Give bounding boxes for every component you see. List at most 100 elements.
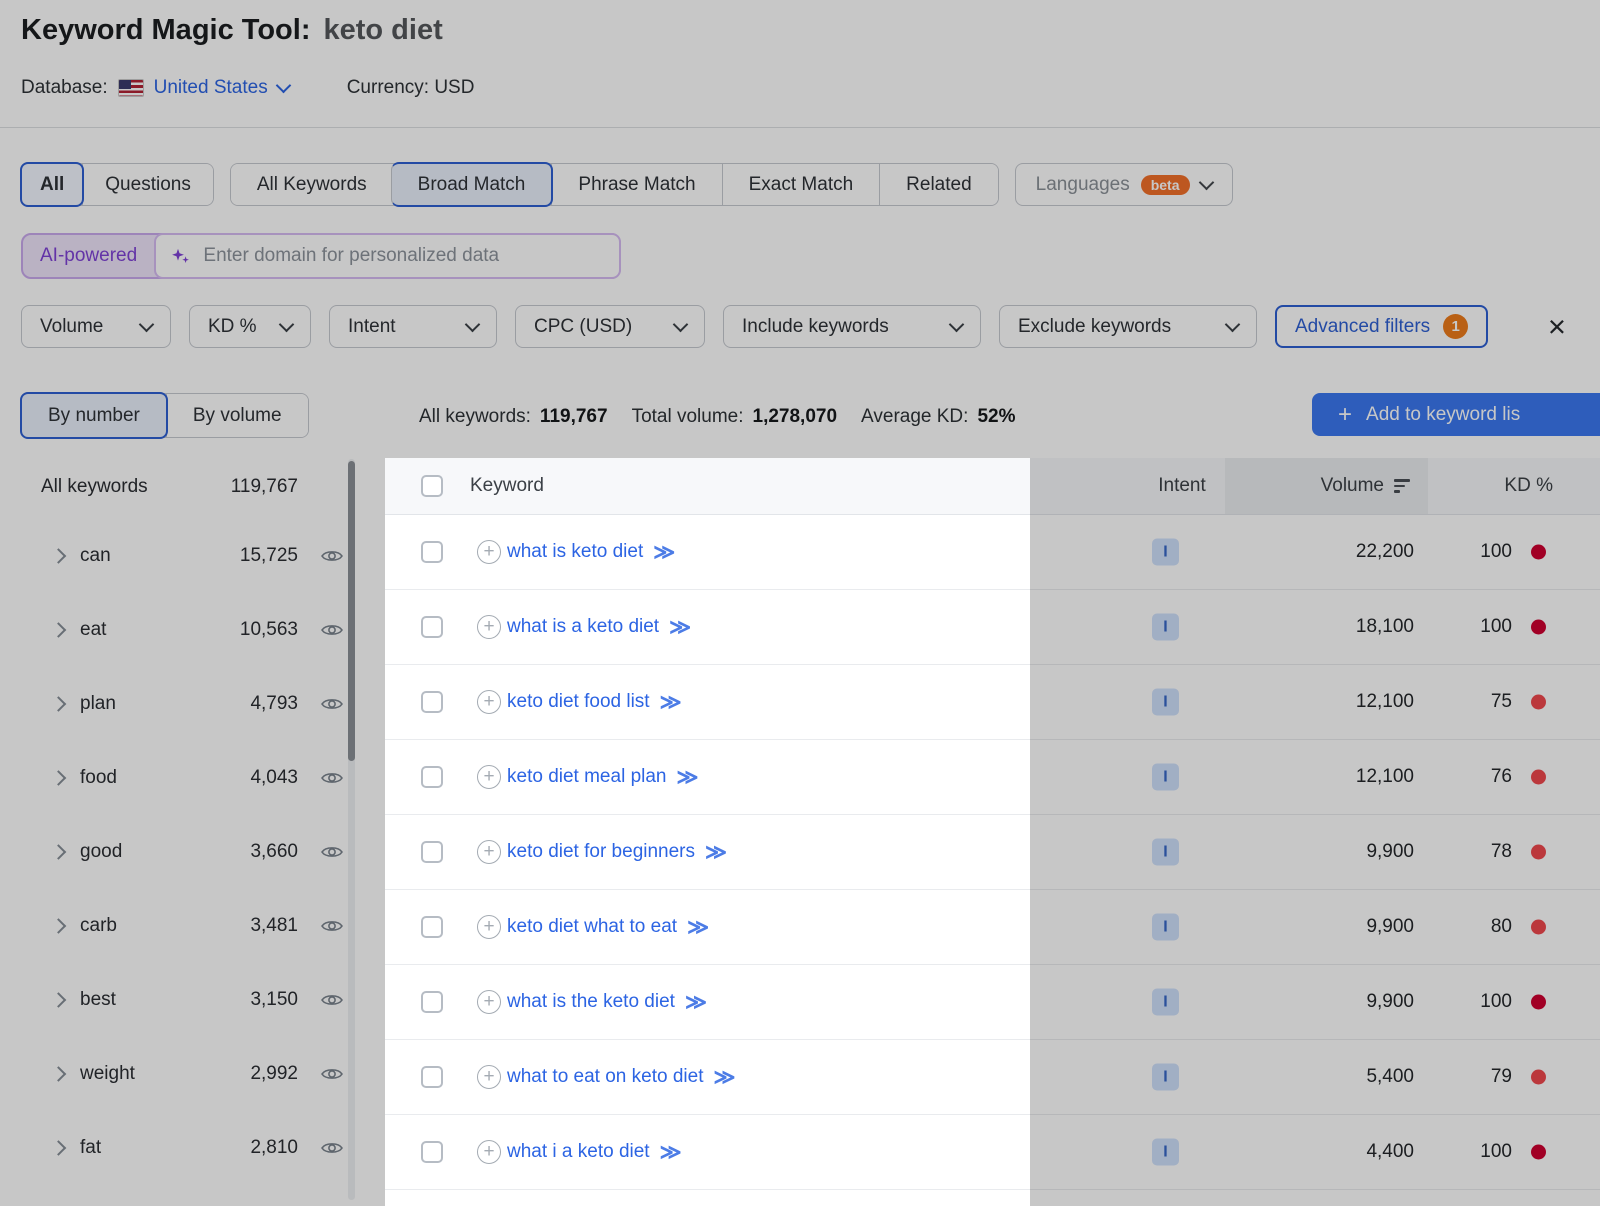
add-keyword-icon[interactable]: + — [477, 840, 501, 864]
add-keyword-icon[interactable]: + — [477, 1140, 501, 1164]
stat-label: Total volume: — [632, 406, 744, 428]
keyword-link[interactable]: what i a keto diet — [507, 1141, 650, 1163]
clear-filters-icon[interactable]: × — [1548, 311, 1566, 342]
group-term[interactable]: carb — [80, 915, 117, 937]
filter-dropdown[interactable]: Include keywords — [723, 305, 981, 348]
tab[interactable]: All Keywords — [231, 164, 393, 205]
header-kd[interactable]: KD % — [1504, 475, 1553, 497]
eye-icon[interactable] — [321, 845, 343, 860]
row-checkbox[interactable] — [421, 991, 443, 1013]
open-keyword-icon[interactable]: ≫ — [660, 1142, 681, 1163]
sidebar-scrollbar-thumb[interactable] — [348, 461, 355, 761]
group-term[interactable]: fat — [80, 1137, 101, 1159]
expand-group-icon[interactable] — [51, 844, 67, 860]
filter-label: Volume — [40, 316, 103, 338]
row-checkbox[interactable] — [421, 841, 443, 863]
expand-group-icon[interactable] — [51, 1066, 67, 1082]
sort-descending-icon — [1394, 479, 1410, 493]
add-keyword-icon[interactable]: + — [477, 990, 501, 1014]
add-keyword-icon[interactable]: + — [477, 690, 501, 714]
filter-dropdown[interactable]: CPC (USD) — [515, 305, 705, 348]
sidebar-all-keywords-row[interactable]: All keywords 119,767 — [21, 455, 357, 519]
filter-bar-dropdowns: Volume KD % Intent CPC (USD) Include key… — [21, 305, 1257, 348]
tabs-row: All Questions All Keywords Broad Match P… — [21, 163, 1233, 206]
group-term[interactable]: food — [80, 767, 117, 789]
group-term[interactable]: good — [80, 841, 122, 863]
database-selector[interactable]: United States — [154, 77, 289, 99]
row-checkbox[interactable] — [421, 616, 443, 638]
eye-icon[interactable] — [321, 623, 343, 638]
group-term[interactable]: can — [80, 545, 111, 567]
tab[interactable]: Questions — [82, 164, 213, 205]
open-keyword-icon[interactable]: ≫ — [653, 542, 674, 563]
eye-icon[interactable] — [321, 697, 343, 712]
row-checkbox[interactable] — [421, 766, 443, 788]
open-keyword-icon[interactable]: ≫ — [713, 1067, 734, 1088]
tab[interactable]: By number — [20, 392, 168, 439]
keyword-link[interactable]: keto diet meal plan — [507, 766, 667, 788]
add-keyword-icon[interactable]: + — [477, 915, 501, 939]
eye-icon[interactable] — [321, 771, 343, 786]
add-keyword-icon[interactable]: + — [477, 615, 501, 639]
group-term[interactable]: eat — [80, 619, 106, 641]
eye-icon[interactable] — [321, 1067, 343, 1082]
eye-icon[interactable] — [321, 1141, 343, 1156]
domain-input[interactable] — [201, 244, 605, 268]
keyword-link[interactable]: what is a keto diet — [507, 616, 659, 638]
advanced-filters-button[interactable]: Advanced filters 1 — [1275, 305, 1488, 348]
expand-group-icon[interactable] — [51, 918, 67, 934]
filter-dropdown[interactable]: Exclude keywords — [999, 305, 1257, 348]
add-keyword-icon[interactable]: + — [477, 765, 501, 789]
row-checkbox[interactable] — [421, 1066, 443, 1088]
row-checkbox[interactable] — [421, 1141, 443, 1163]
open-keyword-icon[interactable]: ≫ — [669, 617, 690, 638]
tab[interactable]: Broad Match — [391, 162, 554, 207]
filter-dropdown[interactable]: KD % — [189, 305, 311, 348]
header-volume[interactable]: Volume — [1321, 475, 1410, 497]
row-checkbox[interactable] — [421, 916, 443, 938]
intent-badge: I — [1152, 1064, 1179, 1091]
group-term[interactable]: best — [80, 989, 116, 1011]
add-keyword-icon[interactable]: + — [477, 540, 501, 564]
keyword-link[interactable]: keto diet food list — [507, 691, 650, 713]
keyword-link[interactable]: keto diet what to eat — [507, 916, 677, 938]
keyword-link[interactable]: what is the keto diet — [507, 991, 675, 1013]
row-checkbox[interactable] — [421, 691, 443, 713]
expand-group-icon[interactable] — [51, 770, 67, 786]
add-keyword-icon[interactable]: + — [477, 1065, 501, 1089]
eye-icon[interactable] — [321, 993, 343, 1008]
keyword-link[interactable]: what is keto diet — [507, 541, 643, 563]
chevron-down-icon — [279, 316, 295, 332]
filter-dropdown[interactable]: Volume — [21, 305, 171, 348]
open-keyword-icon[interactable]: ≫ — [705, 842, 726, 863]
languages-dropdown[interactable]: Languages beta — [1015, 163, 1233, 206]
add-to-keyword-list-button[interactable]: + Add to keyword lis — [1312, 393, 1600, 436]
eye-icon[interactable] — [321, 919, 343, 934]
expand-group-icon[interactable] — [51, 696, 67, 712]
expand-group-icon[interactable] — [51, 1140, 67, 1156]
open-keyword-icon[interactable]: ≫ — [660, 692, 681, 713]
chevron-down-icon — [673, 316, 689, 332]
group-term[interactable]: weight — [80, 1063, 135, 1085]
filter-dropdown[interactable]: Intent — [329, 305, 497, 348]
tab[interactable]: Phrase Match — [551, 164, 721, 205]
tab[interactable]: Related — [879, 164, 998, 205]
expand-group-icon[interactable] — [51, 548, 67, 564]
keyword-link[interactable]: what to eat on keto diet — [507, 1066, 703, 1088]
tab[interactable]: All — [20, 162, 84, 207]
tab[interactable]: Exact Match — [722, 164, 880, 205]
keyword-link[interactable]: keto diet for beginners — [507, 841, 695, 863]
group-count: 4,793 — [250, 693, 298, 715]
tab[interactable]: By volume — [166, 394, 308, 437]
open-keyword-icon[interactable]: ≫ — [677, 767, 698, 788]
select-all-checkbox[interactable] — [421, 475, 443, 497]
open-keyword-icon[interactable]: ≫ — [687, 917, 708, 938]
expand-group-icon[interactable] — [51, 622, 67, 638]
open-keyword-icon[interactable]: ≫ — [685, 992, 706, 1013]
eye-icon[interactable] — [321, 549, 343, 564]
group-term[interactable]: plan — [80, 693, 116, 715]
row-checkbox[interactable] — [421, 541, 443, 563]
kd-dot — [1531, 770, 1546, 785]
stat-value: 119,767 — [540, 406, 608, 428]
expand-group-icon[interactable] — [51, 992, 67, 1008]
